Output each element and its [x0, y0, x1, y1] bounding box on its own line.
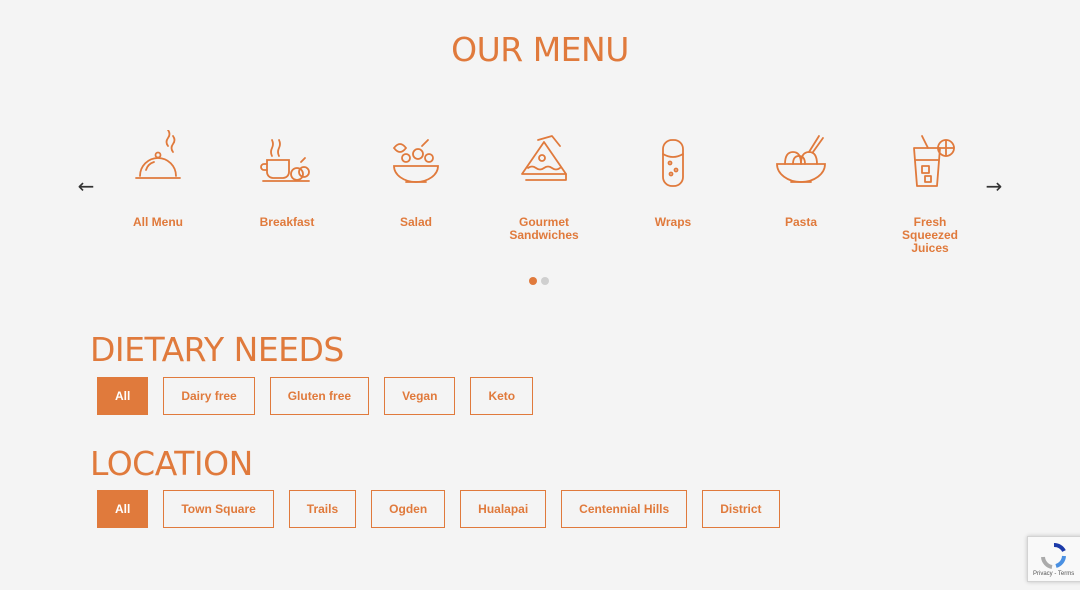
sandwich-icon [521, 135, 567, 181]
category-label: Wraps [654, 215, 692, 229]
pagination-dot-2[interactable] [541, 277, 549, 285]
salad-bowl-icon [392, 139, 439, 183]
carousel-pagination [529, 277, 549, 285]
wrap-icon [662, 139, 684, 187]
dietary-filter-vegan[interactable]: Vegan [384, 377, 456, 415]
location-filter-all[interactable]: All [97, 490, 149, 528]
menu-page: OUR MENU ← → All Menu Breakfast Salad Go… [0, 0, 1080, 590]
location-title: LOCATION [90, 444, 253, 483]
category-breakfast[interactable]: Breakfast [232, 130, 342, 229]
location-filter-trails[interactable]: Trails [288, 490, 357, 528]
category-label: Pasta [784, 215, 818, 229]
category-wraps[interactable]: Wraps [618, 130, 728, 229]
category-fresh-squeezed-juices[interactable]: Fresh Squeezed Juices [875, 130, 985, 255]
category-salad[interactable]: Salad [361, 130, 471, 229]
dietary-filter-group: All Dairy free Gluten free Vegan Keto [97, 377, 534, 415]
category-all-menu[interactable]: All Menu [103, 130, 213, 229]
dietary-filter-dairy-free[interactable]: Dairy free [163, 377, 255, 415]
category-label: Breakfast [259, 215, 315, 229]
location-filter-ogden[interactable]: Ogden [371, 490, 446, 528]
dietary-filter-keto[interactable]: Keto [470, 377, 534, 415]
recaptcha-links[interactable]: Privacy - Terms [1033, 571, 1074, 577]
cloche-icon [135, 130, 181, 179]
category-gourmet-sandwiches[interactable]: Gourmet Sandwiches [489, 130, 599, 242]
location-filter-district[interactable]: District [702, 490, 780, 528]
recaptcha-badge[interactable]: Privacy - Terms [1027, 536, 1080, 582]
dietary-filter-all[interactable]: All [97, 377, 149, 415]
breakfast-icon [260, 139, 310, 182]
location-filter-centennial-hills[interactable]: Centennial Hills [561, 490, 688, 528]
pasta-bowl-icon [776, 135, 826, 183]
location-filter-hualapai[interactable]: Hualapai [460, 490, 547, 528]
category-label: Salad [399, 215, 432, 229]
category-pasta[interactable]: Pasta [746, 130, 856, 229]
location-filter-town-square[interactable]: Town Square [163, 490, 274, 528]
dietary-needs-title: DIETARY NEEDS [90, 330, 344, 369]
juice-glass-icon [913, 135, 955, 187]
pagination-dot-1[interactable] [529, 277, 537, 285]
location-filter-group: All Town Square Trails Ogden Hualapai Ce… [97, 490, 780, 528]
category-label: All Menu [133, 215, 183, 229]
recaptcha-icon [1041, 543, 1066, 569]
category-label: Fresh Squeezed Juices [901, 215, 958, 255]
category-label: Gourmet Sandwiches [509, 215, 579, 242]
category-carousel: All Menu Breakfast Salad Gourmet Sandwic… [0, 130, 1080, 270]
menu-title: OUR MENU [451, 30, 629, 69]
dietary-filter-gluten-free[interactable]: Gluten free [269, 377, 370, 415]
